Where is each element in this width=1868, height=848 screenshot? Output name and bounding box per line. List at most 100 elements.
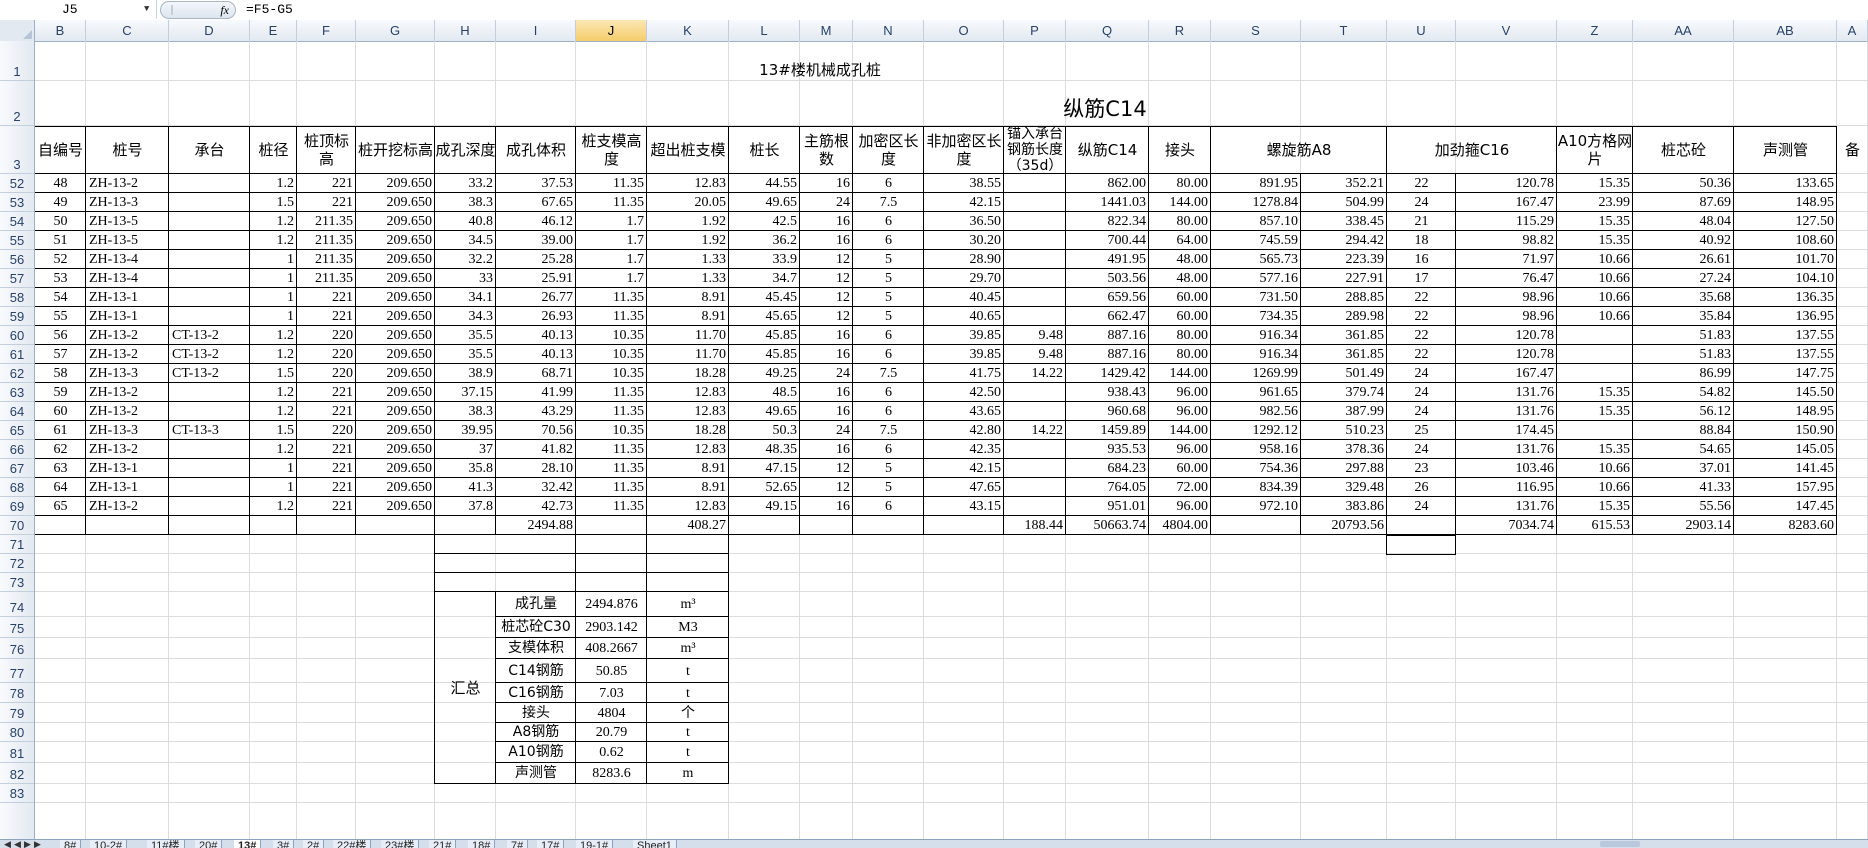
table-cell[interactable]: 37.01 (1633, 459, 1734, 478)
table-cell[interactable]: 11.35 (576, 440, 647, 459)
table-cell[interactable]: 80.00 (1149, 174, 1211, 193)
table-cell[interactable]: 6 (853, 440, 924, 459)
table-cell[interactable]: 48.04 (1633, 212, 1734, 231)
table-cell[interactable]: 11.35 (576, 383, 647, 402)
table-cell[interactable]: 209.650 (356, 212, 435, 231)
table-cell[interactable]: 59 (35, 383, 86, 402)
table-cell[interactable]: 39.95 (435, 421, 496, 440)
table-cell[interactable]: 167.47 (1456, 364, 1557, 383)
column-header-o[interactable]: O (924, 20, 1004, 41)
table-cell[interactable]: 961.65 (1211, 383, 1301, 402)
total-cell-q[interactable]: 50663.74 (1066, 516, 1149, 535)
row-header-1[interactable]: 1 (0, 41, 34, 81)
table-cell[interactable]: 33.2 (435, 174, 496, 193)
table-cell[interactable]: 10.35 (576, 326, 647, 345)
table-cell[interactable]: 8.91 (647, 288, 729, 307)
table-cell[interactable]: 55 (35, 307, 86, 326)
table-cell[interactable]: 174.45 (1456, 421, 1557, 440)
table-cell[interactable]: 1.2 (250, 212, 297, 231)
table-cell[interactable]: 938.43 (1066, 383, 1149, 402)
table-cell[interactable]: 29.70 (924, 269, 1004, 288)
table-cell[interactable]: 72.00 (1149, 478, 1211, 497)
table-cell[interactable]: 36.50 (924, 212, 1004, 231)
table-cell[interactable]: 891.95 (1211, 174, 1301, 193)
table-cell[interactable]: 352.21 (1301, 174, 1387, 193)
column-header-j[interactable]: J (576, 20, 647, 41)
table-cell[interactable]: 887.16 (1066, 326, 1149, 345)
summary-cell[interactable]: 7.03 (576, 684, 647, 703)
column-header-d[interactable]: D (169, 20, 250, 41)
table-cell[interactable]: 1.92 (647, 231, 729, 250)
table-cell[interactable]: 209.650 (356, 478, 435, 497)
table-cell[interactable]: 48.00 (1149, 250, 1211, 269)
table-cell[interactable]: 6 (853, 326, 924, 345)
table-cell[interactable]: 27.24 (1633, 269, 1734, 288)
row-header-78[interactable]: 78 (0, 683, 34, 703)
table-cell[interactable]: 11.35 (576, 497, 647, 516)
table-cell[interactable]: 1.5 (250, 193, 297, 212)
table-cell[interactable]: 209.650 (356, 326, 435, 345)
table-cell[interactable]: 25 (1387, 421, 1456, 440)
row-header-55[interactable]: 55 (0, 231, 34, 250)
table-cell[interactable]: 8.91 (647, 478, 729, 497)
table-cell[interactable]: CT-13-2 (169, 345, 250, 364)
table-cell[interactable]: 834.39 (1211, 478, 1301, 497)
table-cell[interactable]: 6 (853, 174, 924, 193)
table-cell[interactable]: 54.65 (1633, 440, 1734, 459)
table-cell[interactable]: 98.96 (1456, 288, 1557, 307)
summary-cell[interactable]: A10钢筋 (496, 743, 576, 762)
table-cell[interactable]: 662.47 (1066, 307, 1149, 326)
table-cell[interactable]: 10.66 (1557, 288, 1633, 307)
table-cell[interactable]: 24 (800, 193, 853, 212)
table-cell[interactable]: 6 (853, 231, 924, 250)
column-header-l[interactable]: L (729, 20, 800, 41)
row-header-74[interactable]: 74 (0, 592, 34, 617)
column-header-p[interactable]: P (1004, 20, 1066, 41)
summary-cell[interactable]: 2903.142 (576, 618, 647, 637)
table-cell[interactable]: 96.00 (1149, 440, 1211, 459)
table-cell[interactable]: 862.00 (1066, 174, 1149, 193)
table-cell[interactable]: 45.85 (729, 326, 800, 345)
table-cell[interactable]: 12 (800, 478, 853, 497)
table-cell[interactable]: 16 (800, 326, 853, 345)
table-cell[interactable]: 24 (1387, 193, 1456, 212)
summary-cell[interactable]: A8钢筋 (496, 723, 576, 742)
table-cell[interactable]: 45.85 (729, 345, 800, 364)
table-cell[interactable]: 1269.99 (1211, 364, 1301, 383)
summary-cell[interactable]: M3 (647, 618, 729, 637)
table-cell[interactable]: 887.16 (1066, 345, 1149, 364)
table-cell[interactable]: 1.7 (576, 231, 647, 250)
table-cell[interactable]: 98.82 (1456, 231, 1557, 250)
table-cell[interactable]: 387.99 (1301, 402, 1387, 421)
table-cell[interactable]: 221 (297, 497, 356, 516)
table-cell[interactable]: 54.82 (1633, 383, 1734, 402)
table-cell[interactable]: 48.00 (1149, 269, 1211, 288)
table-cell[interactable]: 42.73 (496, 497, 576, 516)
table-cell[interactable]: 131.76 (1456, 383, 1557, 402)
table-cell[interactable]: 1.2 (250, 174, 297, 193)
table-cell[interactable]: 24 (800, 364, 853, 383)
summary-cell[interactable]: m (647, 764, 729, 783)
table-cell[interactable]: 37.15 (435, 383, 496, 402)
table-cell[interactable]: 60 (35, 402, 86, 421)
table-cell[interactable]: 131.76 (1456, 440, 1557, 459)
table-cell[interactable]: 68.71 (496, 364, 576, 383)
table-cell[interactable]: 1292.12 (1211, 421, 1301, 440)
row-header-2[interactable]: 2 (0, 81, 34, 126)
table-cell[interactable]: 1.7 (576, 212, 647, 231)
table-cell[interactable]: 211.35 (297, 231, 356, 250)
table-cell[interactable]: 8.91 (647, 459, 729, 478)
table-cell[interactable]: 16 (800, 497, 853, 516)
table-cell[interactable]: 87.69 (1633, 193, 1734, 212)
table-cell[interactable]: 378.36 (1301, 440, 1387, 459)
table-cell[interactable]: 28.10 (496, 459, 576, 478)
table-cell[interactable]: 294.42 (1301, 231, 1387, 250)
table-cell[interactable]: 11.35 (576, 288, 647, 307)
table-cell[interactable]: 12 (800, 250, 853, 269)
table-cell[interactable]: 145.50 (1734, 383, 1837, 402)
table-cell[interactable]: ZH-13-3 (86, 421, 169, 440)
table-cell[interactable]: 141.45 (1734, 459, 1837, 478)
table-cell[interactable]: 220 (297, 364, 356, 383)
table-cell[interactable]: 972.10 (1211, 497, 1301, 516)
table-cell[interactable]: 26.61 (1633, 250, 1734, 269)
